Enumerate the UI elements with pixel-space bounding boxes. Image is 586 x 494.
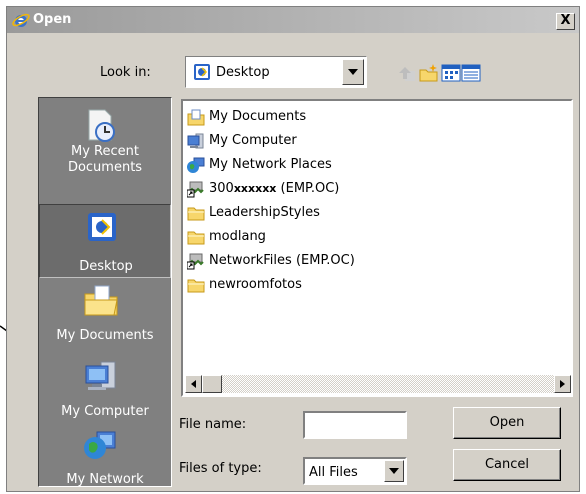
files-of-type-combo[interactable]: All Files <box>303 457 407 485</box>
place-label: My Computer <box>61 404 149 419</box>
place-label: My Documents <box>56 328 154 343</box>
chevron-down-icon <box>348 69 358 75</box>
file-name-label: File name: <box>179 417 247 432</box>
folder-icon <box>187 231 205 245</box>
place-my-documents[interactable]: My Documents <box>39 278 171 352</box>
place-desktop[interactable]: Desktop <box>39 204 171 278</box>
computer-icon <box>187 133 204 149</box>
open-dialog: Open X Look in: Desktop My Recent Docume… <box>6 6 580 492</box>
new-folder-icon[interactable] <box>419 63 439 83</box>
look-in-value: Desktop <box>216 65 270 80</box>
network-drive-icon <box>187 253 204 270</box>
up-one-level-icon[interactable] <box>397 63 417 83</box>
place-my-network[interactable]: My Network <box>39 422 171 487</box>
place-label: My Network <box>66 472 144 487</box>
place-label: My Recent Documents <box>67 144 143 175</box>
horizontal-scrollbar[interactable] <box>185 375 571 393</box>
view-menu-icon[interactable] <box>441 63 461 83</box>
file-list[interactable]: My Documents My Computer My Network Plac… <box>181 99 573 397</box>
window-title: Open <box>33 12 72 27</box>
place-my-recent-documents[interactable]: My Recent Documents <box>39 104 171 178</box>
chevron-down-icon <box>389 468 399 474</box>
file-name: newroomfotos <box>209 277 302 292</box>
file-name: My Network Places <box>209 157 332 172</box>
place-label: Desktop <box>79 259 133 274</box>
network-places-icon <box>84 431 116 459</box>
network-drive-icon <box>187 181 204 198</box>
file-name: My Computer <box>209 133 297 148</box>
chevron-left-icon <box>191 380 196 388</box>
file-name: My Documents <box>209 109 307 124</box>
open-button[interactable]: Open <box>453 407 561 439</box>
scroll-right-button[interactable] <box>554 375 571 393</box>
file-name: NetworkFiles (EMP.OC) <box>209 253 355 268</box>
desktop-icon <box>88 213 116 241</box>
network-places-icon <box>187 157 205 173</box>
look-in-dropdown-button[interactable] <box>342 59 364 85</box>
places-bar: My Recent Documents Desktop My Documents <box>38 97 172 487</box>
files-of-type-dropdown-button[interactable] <box>384 460 404 482</box>
cancel-button[interactable]: Cancel <box>453 449 561 481</box>
my-documents-icon <box>84 285 118 316</box>
computer-icon <box>85 361 116 390</box>
file-name: LeadershipStyles <box>209 205 320 220</box>
look-in-label: Look in: <box>100 65 151 80</box>
my-documents-icon <box>187 109 205 126</box>
scroll-thumb[interactable] <box>202 375 222 393</box>
folder-icon <box>187 279 205 293</box>
details-view-icon[interactable] <box>461 63 481 83</box>
chevron-right-icon <box>560 380 565 388</box>
folder-icon <box>187 207 205 221</box>
recent-documents-icon <box>88 109 115 142</box>
file-name-input[interactable] <box>303 411 407 439</box>
files-of-type-value: All Files <box>309 465 358 480</box>
ie-logo-icon <box>12 13 30 27</box>
file-name: 300xxxxxx (EMP.OC) <box>209 181 340 196</box>
file-name: modlang <box>209 229 266 244</box>
desktop-icon <box>194 64 210 80</box>
scroll-left-button[interactable] <box>185 375 202 393</box>
title-bar[interactable]: Open X <box>7 7 579 33</box>
place-my-computer[interactable]: My Computer <box>39 354 171 428</box>
files-of-type-label: Files of type: <box>179 461 262 476</box>
look-in-combo[interactable]: Desktop <box>185 56 367 88</box>
close-button[interactable]: X <box>556 13 575 30</box>
